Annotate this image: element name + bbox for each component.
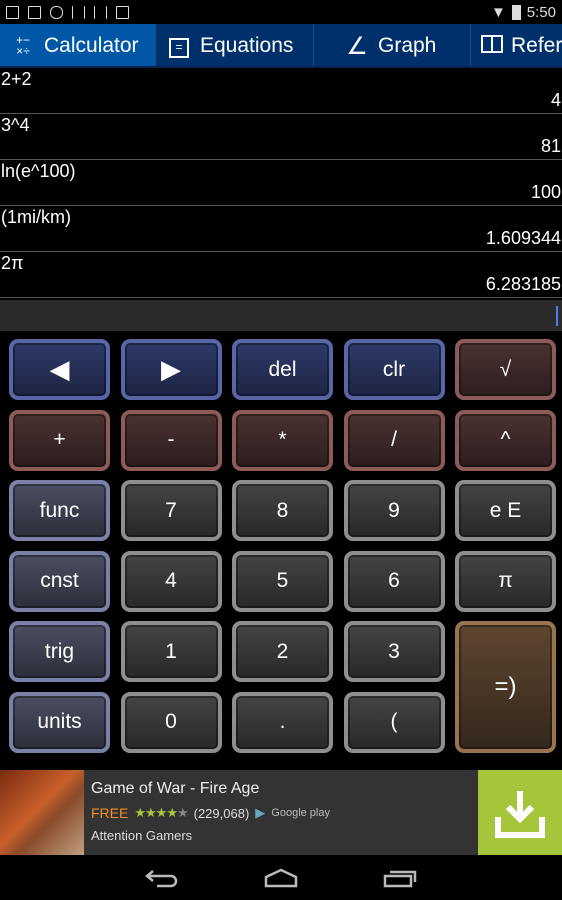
barcode-icon xyxy=(72,5,85,19)
history-entry[interactable]: 2+2 4 xyxy=(0,68,562,114)
plus-key[interactable]: + xyxy=(9,409,110,471)
cursor-right-key[interactable]: ▶ xyxy=(120,339,222,400)
keypad: ◀ ▶ del clr √ + - * / ^ func 7 8 9 e E cnst 4 5 6 π trig 1 2 3 =… xyxy=(9,339,556,753)
ad-reviews: (229,068) xyxy=(193,805,250,821)
clear-key[interactable]: clr xyxy=(343,339,445,400)
digit-1-key[interactable]: 1 xyxy=(120,621,222,683)
text-cursor xyxy=(556,306,558,326)
wifi-icon: ▼ xyxy=(490,3,506,21)
pi-key[interactable]: π xyxy=(455,550,556,612)
digit-6-key[interactable]: 6 xyxy=(343,550,445,612)
history-expression: 2+2 xyxy=(1,69,32,89)
history-entry[interactable]: (1mi/km) 1.609344 xyxy=(0,206,562,252)
divide-key[interactable]: / xyxy=(343,409,445,471)
history-expression: 2π xyxy=(1,253,24,273)
battery-charging-icon xyxy=(511,4,521,20)
download-icon xyxy=(6,5,19,19)
navigation-bar xyxy=(0,855,562,900)
trig-key[interactable]: trig xyxy=(9,621,110,683)
digit-2-key[interactable]: 2 xyxy=(232,621,333,683)
history-result: 81 xyxy=(540,136,561,156)
tab-label: Equations xyxy=(200,34,294,57)
tab-label: Calculator xyxy=(44,34,139,57)
tab-calculator[interactable]: +− ×÷ Calculator xyxy=(0,24,156,66)
constants-key[interactable]: cnst xyxy=(9,550,110,612)
digit-3-key[interactable]: 3 xyxy=(343,621,445,683)
back-icon[interactable] xyxy=(145,868,179,888)
tab-equations[interactable]: = Equations xyxy=(156,24,314,66)
history-list: 2+2 4 3^4 81 ln(e^100) 100 (1mi/km) 1.609344… xyxy=(0,68,562,298)
star-icon: ★ xyxy=(145,805,157,820)
digit-4-key[interactable]: 4 xyxy=(120,550,222,612)
multiply-key[interactable]: * xyxy=(232,409,333,471)
digit-0-key[interactable]: 0 xyxy=(120,691,222,753)
barcode-icon xyxy=(94,5,107,19)
exponent-key[interactable]: e E xyxy=(455,480,556,542)
paren-key[interactable]: ( xyxy=(343,691,445,753)
equations-icon: = xyxy=(166,35,192,58)
equals-key[interactable]: =) xyxy=(455,621,556,753)
ad-advertiser: Attention Gamers xyxy=(91,828,193,843)
clock: 5:50 xyxy=(526,3,556,21)
rating-stars: ★★★★★ xyxy=(134,805,189,821)
tab-reference[interactable]: Reference xyxy=(471,24,562,66)
home-icon[interactable] xyxy=(264,868,298,888)
ad-store: Google play xyxy=(271,807,330,819)
digit-8-key[interactable]: 8 xyxy=(232,480,333,542)
tab-label: Reference xyxy=(511,34,562,57)
history-result: 100 xyxy=(530,182,561,202)
ad-price: FREE xyxy=(91,805,129,821)
image-icon xyxy=(28,5,41,19)
tab-label: Graph xyxy=(378,34,437,57)
expression-input[interactable] xyxy=(0,300,562,331)
history-result: 6.283185 xyxy=(485,274,561,294)
history-expression: (1mi/km) xyxy=(1,207,71,227)
digit-9-key[interactable]: 9 xyxy=(343,480,445,542)
ad-title: Game of War - Fire Age xyxy=(91,780,260,797)
status-bar: ▼ 5:50 xyxy=(0,0,562,24)
recent-apps-icon[interactable] xyxy=(383,868,417,888)
history-result: 4 xyxy=(550,90,561,110)
ad-banner[interactable]: Game of War - Fire Age FREE ★★★★★ (229,0… xyxy=(0,770,562,855)
shopping-bag-icon xyxy=(116,5,129,19)
func-key[interactable]: func xyxy=(9,480,110,542)
delete-key[interactable]: del xyxy=(232,339,333,400)
units-key[interactable]: units xyxy=(9,691,110,753)
history-entry[interactable]: ln(e^100) 100 xyxy=(0,160,562,206)
star-icon: ★ xyxy=(176,805,189,820)
tab-bar: +− ×÷ Calculator = Equations ∠ Graph Ref… xyxy=(0,24,562,68)
sqrt-key[interactable]: √ xyxy=(455,339,556,400)
calculator-icon: +− ×÷ xyxy=(15,33,30,58)
decimal-key[interactable]: . xyxy=(232,691,333,753)
history-entry[interactable]: 2π 6.283185 xyxy=(0,252,562,298)
history-expression: ln(e^100) xyxy=(1,161,76,181)
minus-key[interactable]: - xyxy=(120,409,222,471)
book-icon xyxy=(481,34,503,58)
download-button[interactable] xyxy=(478,770,562,855)
star-icon: ★ xyxy=(155,805,168,820)
power-key[interactable]: ^ xyxy=(455,409,556,471)
download-icon xyxy=(495,790,545,838)
graph-icon: ∠ xyxy=(346,32,368,60)
digit-7-key[interactable]: 7 xyxy=(120,480,222,542)
ad-app-image xyxy=(0,770,84,855)
tab-graph[interactable]: ∠ Graph xyxy=(314,24,471,66)
star-icon: ★ xyxy=(166,805,178,820)
history-entry[interactable]: 3^4 81 xyxy=(0,114,562,160)
cloud-upload-icon xyxy=(50,5,63,19)
cursor-left-key[interactable]: ◀ xyxy=(9,339,110,400)
history-expression: 3^4 xyxy=(1,115,30,135)
history-result: 1.609344 xyxy=(485,228,561,248)
star-icon: ★ xyxy=(134,805,146,820)
google-play-icon: ▶ xyxy=(255,805,266,820)
digit-5-key[interactable]: 5 xyxy=(232,550,333,612)
